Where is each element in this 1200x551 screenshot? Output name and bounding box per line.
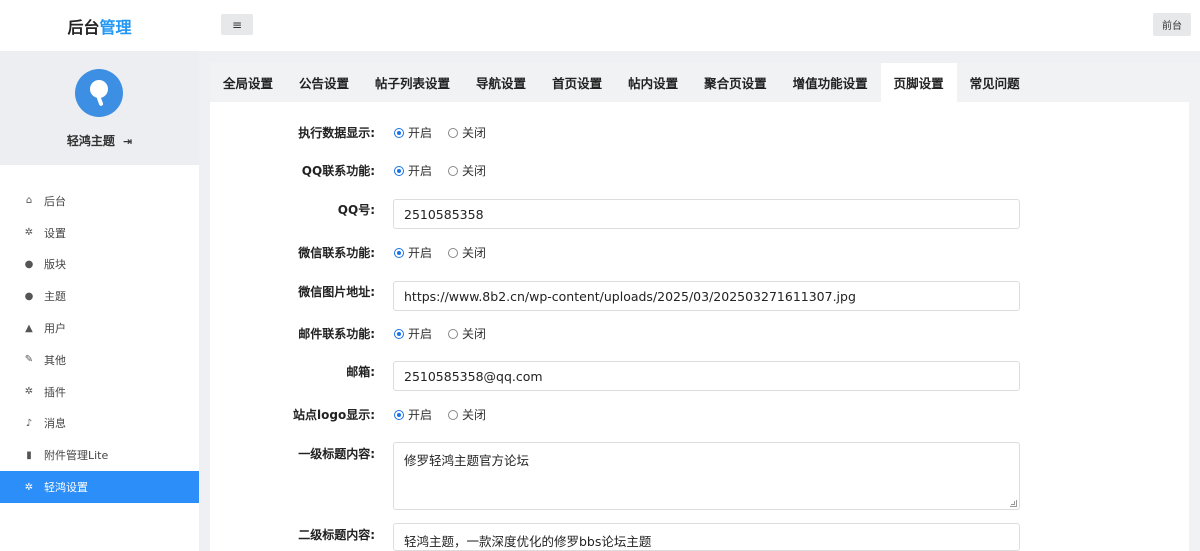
secondary-title-textarea[interactable]: 轻鸿主题，一款深度优化的修罗bbs论坛主题 [393, 523, 1020, 551]
site-logo-label: 站点logo显示: [293, 408, 375, 422]
brand-prefix: 后台 [67, 17, 100, 37]
comment-icon: ● [24, 290, 34, 302]
radio-unchecked-icon [448, 409, 459, 420]
wrench-icon: ✎ [24, 354, 34, 366]
site-logo-radios: 开启 关闭 [394, 406, 502, 423]
mail-label: 邮箱: [346, 365, 375, 379]
tab-1[interactable]: 公告设置 [286, 63, 362, 102]
secondary-title-text: 轻鸿主题，一款深度优化的修罗bbs论坛主题 [404, 534, 652, 549]
mail-contact-off-radio[interactable]: 关闭 [448, 325, 486, 342]
sidebar-item-8[interactable]: ▮ 附件管理Lite [0, 439, 199, 471]
sidebar-item-label: 轻鸿设置 [44, 481, 88, 495]
mail-contact-on-radio[interactable]: 开启 [394, 325, 432, 342]
sidebar-item-6[interactable]: ✲ 插件 [0, 376, 199, 408]
radio-checked-icon [394, 127, 404, 138]
primary-title-label: 一级标题内容: [298, 447, 375, 461]
wechat-contact-label: 微信联系功能: [298, 246, 375, 260]
sidebar-item-7[interactable]: ♪ 消息 [0, 408, 199, 440]
cogs-icon: ✲ [24, 386, 34, 398]
gear-icon: ✲ [24, 227, 34, 239]
sidebar-item-label: 版块 [44, 258, 66, 272]
sidebar-item-3[interactable]: ● 主题 [0, 280, 199, 312]
radio-unchecked-icon [448, 247, 459, 258]
sidebar-item-label: 设置 [44, 226, 66, 240]
sidebar-item-label: 插件 [44, 385, 66, 399]
file-icon: ▮ [26, 449, 32, 461]
sidebar-item-9[interactable]: ✲ 轻鸿设置 [0, 471, 199, 503]
qq-number-label: QQ号: [337, 203, 375, 217]
mail-input[interactable]: 2510585358@qq.com [393, 361, 1020, 391]
wechat-image-label: 微信图片地址: [298, 285, 375, 299]
front-site-button[interactable]: 前台 [1153, 13, 1191, 36]
sidebar-item-label: 后台 [44, 194, 66, 208]
qq-number-input[interactable]: 2510585358 [393, 199, 1020, 229]
brand-accent: 管理 [99, 17, 132, 37]
tab-4[interactable]: 首页设置 [539, 63, 615, 102]
sidebar-item-label: 其他 [44, 353, 66, 367]
tab-3[interactable]: 导航设置 [463, 63, 539, 102]
wechat-contact-on-radio[interactable]: 开启 [394, 244, 432, 261]
profile-name: 轻鸿主题 [66, 134, 115, 148]
gear-icon: ✲ [24, 481, 34, 493]
radio-checked-icon [394, 165, 404, 176]
exec-data-off-radio[interactable]: 关闭 [448, 124, 486, 141]
sidebar-item-label: 附件管理Lite [44, 449, 109, 463]
primary-title-text: 修罗轻鸿主题官方论坛 [404, 453, 530, 468]
wechat-contact-radios: 开启 关闭 [394, 244, 502, 261]
radio-unchecked-icon [448, 127, 459, 138]
tab-5[interactable]: 帖内设置 [615, 63, 691, 102]
mail-contact-radios: 开启 关闭 [394, 325, 502, 342]
sidebar-item-2[interactable]: ● 版块 [0, 249, 199, 281]
qq-contact-label: QQ联系功能: [301, 164, 375, 178]
tab-2[interactable]: 帖子列表设置 [362, 63, 463, 102]
bell-icon: ♪ [25, 417, 33, 429]
sidebar-item-label: 消息 [44, 417, 66, 431]
user-icon: ▲ [25, 322, 33, 334]
secondary-title-label: 二级标题内容: [298, 528, 375, 542]
scrollbar-track[interactable] [1189, 102, 1200, 551]
tab-7[interactable]: 增值功能设置 [780, 63, 881, 102]
sidebar-nav: ⌂ 后台 ✲ 设置 ● 版块 ● 主题 ▲ 用户 ✎ 其他 ✲ 插件 ♪ 消息 ▮ 附件管理Lite ✲ 轻鸿设置 [0, 185, 199, 503]
tab-8[interactable]: 页脚设置 [880, 63, 957, 102]
sidebar-item-0[interactable]: ⌂ 后台 [0, 185, 199, 217]
exec-data-radios: 开启 关闭 [394, 124, 502, 141]
settings-form: 执行数据显示: 开启 关闭 QQ联系功能: 开启 关闭 QQ号: 2510585… [210, 102, 1189, 551]
profile-name-row: 轻鸿主题 ⇥ [0, 132, 199, 149]
primary-title-textarea[interactable]: 修罗轻鸿主题官方论坛 [393, 442, 1020, 510]
radio-unchecked-icon [448, 328, 459, 339]
site-logo-on-radio[interactable]: 开启 [394, 406, 432, 423]
radio-checked-icon [394, 328, 404, 339]
exec-data-on-radio[interactable]: 开启 [394, 124, 432, 141]
home-icon: ⌂ [25, 195, 33, 207]
radio-checked-icon [394, 409, 404, 420]
site-logo-off-radio[interactable]: 关闭 [448, 406, 486, 423]
sidebar-item-label: 主题 [44, 290, 66, 304]
sidebar-item-4[interactable]: ▲ 用户 [0, 312, 199, 344]
wechat-contact-off-radio[interactable]: 关闭 [448, 244, 486, 261]
menu-toggle-button[interactable]: ≡ [221, 14, 253, 35]
sidebar: 轻鸿主题 ⇥ ⌂ 后台 ✲ 设置 ● 版块 ● 主题 ▲ 用户 ✎ 其他 ✲ 插件 ♪ 消息 ▮ 附件管理Lite ✲… [0, 51, 199, 551]
tab-6[interactable]: 聚合页设置 [691, 63, 780, 102]
top-header: 后台 管理 ≡ 前台 [0, 0, 1200, 51]
logout-icon[interactable]: ⇥ [123, 135, 132, 148]
sidebar-item-1[interactable]: ✲ 设置 [0, 217, 199, 249]
tab-9[interactable]: 常见问题 [957, 63, 1033, 102]
radio-checked-icon [394, 247, 404, 258]
avatar[interactable] [75, 69, 123, 117]
radio-unchecked-icon [448, 165, 459, 176]
exec-data-label: 执行数据显示: [298, 126, 375, 140]
profile-card: 轻鸿主题 ⇥ [0, 51, 199, 165]
sidebar-item-5[interactable]: ✎ 其他 [0, 344, 199, 376]
wechat-image-input[interactable]: https://www.8b2.cn/wp-content/uploads/20… [393, 281, 1020, 311]
qq-contact-on-radio[interactable]: 开启 [394, 162, 432, 179]
settings-tabs: 全局设置 公告设置 帖子列表设置 导航设置 首页设置 帖内设置 聚合页设置 增值功能设置 页脚设… [210, 63, 1200, 102]
tab-0[interactable]: 全局设置 [210, 63, 286, 102]
sidebar-item-label: 用户 [44, 322, 66, 336]
comment-icon: ● [24, 258, 34, 270]
mail-contact-label: 邮件联系功能: [298, 327, 375, 341]
brand-logo[interactable]: 后台 管理 [0, 0, 199, 51]
qq-contact-radios: 开启 关闭 [394, 162, 502, 179]
qq-contact-off-radio[interactable]: 关闭 [448, 162, 486, 179]
resize-grip-icon[interactable] [1010, 500, 1017, 507]
